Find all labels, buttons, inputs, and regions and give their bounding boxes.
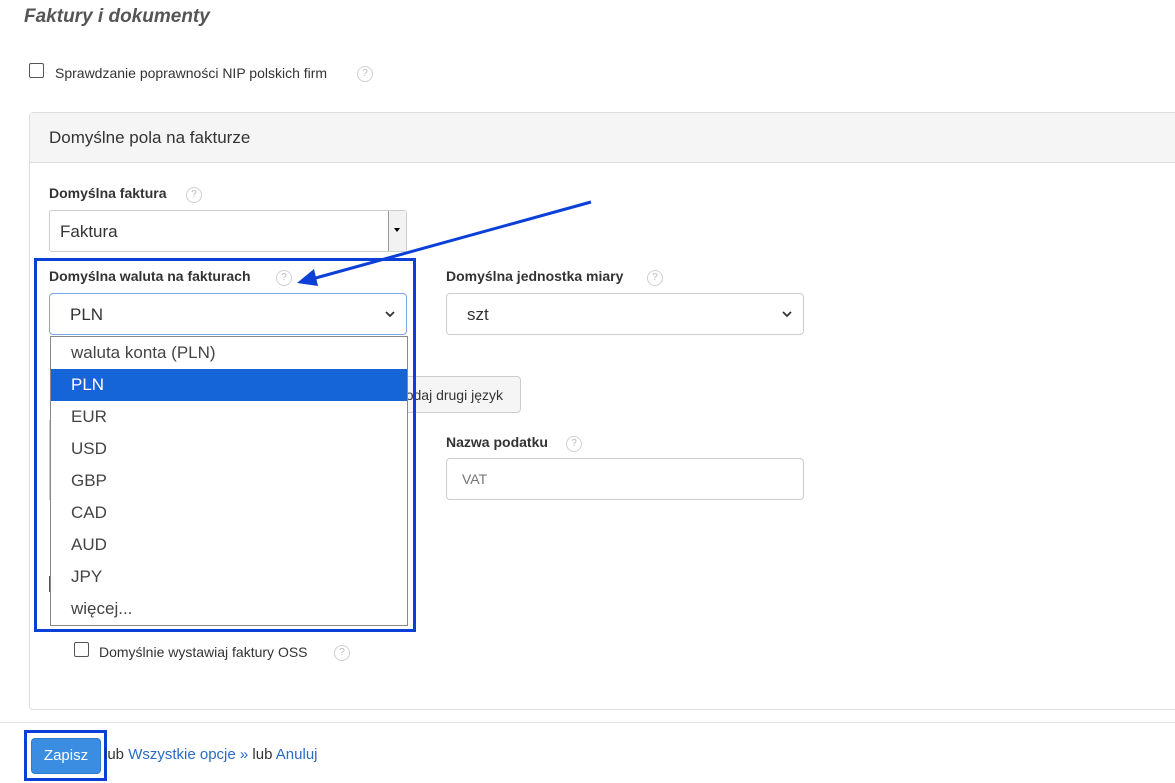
oss-label: Domyślnie wystawiaj faktury OSS	[99, 644, 308, 660]
default-invoice-select[interactable]: Faktura	[49, 210, 407, 252]
triangle-down-icon	[394, 228, 400, 232]
or-text: lub	[252, 746, 273, 763]
tax-name-label: Nazwa podatku	[446, 434, 548, 450]
footer-divider	[0, 722, 1175, 723]
save-highlight-box	[24, 730, 107, 781]
highlight-box	[34, 258, 416, 632]
nip-check-checkbox[interactable]	[29, 63, 44, 78]
select-arrow-button[interactable]	[388, 211, 406, 251]
add-second-language-label: odaj drugi język	[405, 387, 503, 403]
default-invoice-value: Faktura	[60, 222, 118, 241]
help-icon[interactable]: ?	[566, 436, 582, 452]
help-icon[interactable]: ?	[334, 645, 350, 661]
nip-check-label: Sprawdzanie poprawności NIP polskich fir…	[55, 65, 328, 81]
tax-name-input[interactable]	[446, 458, 804, 500]
all-options-link[interactable]: Wszystkie opcje »	[128, 746, 248, 763]
oss-checkbox[interactable]	[74, 642, 89, 657]
footer-links: lub Wszystkie opcje » lub Anuluj	[104, 746, 318, 763]
panel-title: Domyślne pola na fakturze	[49, 128, 251, 147]
default-unit-label: Domyślna jednostka miary	[446, 268, 624, 284]
help-icon[interactable]: ?	[186, 187, 202, 203]
default-unit-select[interactable]: szt	[446, 293, 804, 335]
chevron-down-icon	[782, 311, 792, 318]
help-icon[interactable]: ?	[647, 270, 663, 286]
default-unit-value: szt	[467, 305, 489, 324]
page-title: Faktury i dokumenty	[24, 6, 210, 27]
cancel-link[interactable]: Anuluj	[276, 746, 318, 763]
help-icon[interactable]: ?	[357, 66, 373, 82]
default-invoice-label: Domyślna faktura	[49, 185, 167, 201]
panel-header: Domyślne pola na fakturze	[30, 113, 1175, 163]
or-text: lub	[104, 746, 125, 763]
